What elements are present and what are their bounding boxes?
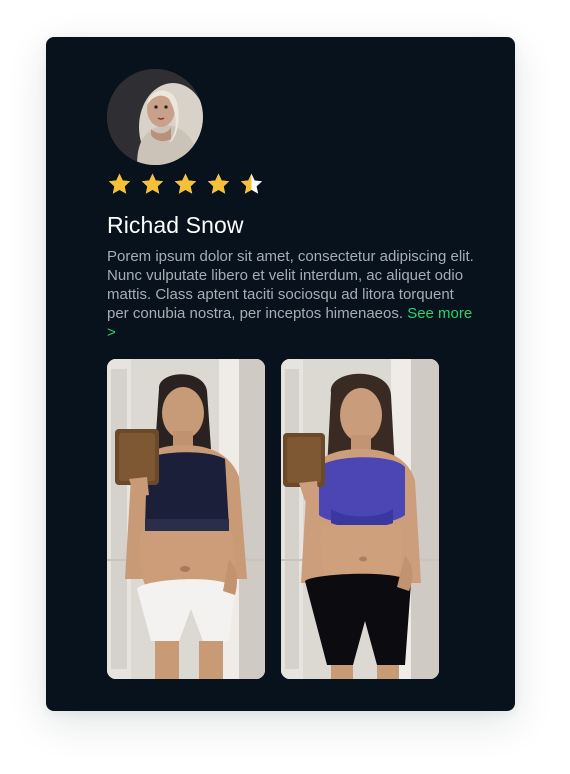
after-photo (281, 359, 439, 679)
star-icon (141, 173, 164, 194)
star-half-icon (240, 173, 263, 194)
testimonial-card: Richad Snow Porem ipsum dolor sit amet, … (46, 37, 515, 711)
reviewer-avatar (107, 69, 203, 165)
star-icon (108, 173, 131, 194)
rating-stars (107, 172, 264, 198)
before-photo (107, 359, 265, 679)
star-icon (174, 173, 197, 194)
review-text: Porem ipsum dolor sit amet, consectetur … (107, 247, 477, 342)
reviewer-name: Richad Snow (107, 212, 244, 238)
star-icon (207, 173, 230, 194)
